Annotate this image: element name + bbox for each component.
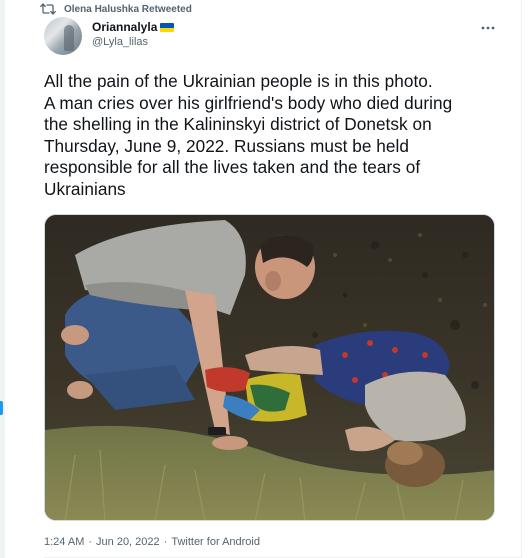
tweet-photo[interactable] (44, 214, 495, 521)
tweet-date[interactable]: Jun 20, 2022 (96, 536, 160, 548)
user-handle[interactable]: @Lyla_lilas (92, 35, 174, 50)
tweet-timestamp[interactable]: 1:24 AM · Jun 20, 2022 · Twitter for And… (44, 536, 260, 548)
tweet-text: All the pain of the Ukrainian people is … (44, 71, 504, 201)
photo-illustration (45, 215, 494, 520)
retweet-context[interactable]: Olena Halushka Retweeted (40, 2, 192, 16)
retweet-icon (40, 3, 56, 15)
tweet-text-line: A man cries over his girlfriend's body w… (44, 92, 453, 113)
display-name[interactable]: Oriannalyla (92, 20, 157, 35)
scroll-indicator[interactable] (0, 401, 3, 415)
avatar[interactable] (44, 17, 82, 55)
retweet-label: Olena Halushka Retweeted (64, 3, 192, 15)
left-divider (0, 0, 5, 558)
separator-dot: · (163, 536, 168, 548)
more-options-button[interactable] (478, 22, 498, 34)
tweet-text-line: Ukrainians (44, 178, 126, 199)
tweet-source-link[interactable]: Twitter for Android (171, 536, 260, 548)
more-icon (481, 26, 495, 30)
display-name-row[interactable]: Oriannalyla (92, 20, 175, 35)
tweet-text-line: Thursday, June 9, 2022. Russians must be… (44, 135, 409, 156)
avatar-figure (64, 25, 74, 51)
ukraine-flag-icon (160, 23, 175, 32)
user-block[interactable]: Oriannalyla @Lyla_lilas (92, 20, 175, 50)
tweet-frame: Olena Halushka Retweeted Oriannalyla @Ly… (0, 0, 528, 558)
tweet-text-line: the shelling in the Kalininskyi district… (44, 114, 432, 135)
tweet-text-line: responsible for all the lives taken and … (44, 157, 421, 178)
right-divider (521, 0, 522, 558)
separator-dot: · (88, 536, 93, 548)
tweet-time[interactable]: 1:24 AM (44, 536, 84, 548)
tweet-text-line: All the pain of the Ukrainian people is … (44, 71, 433, 91)
